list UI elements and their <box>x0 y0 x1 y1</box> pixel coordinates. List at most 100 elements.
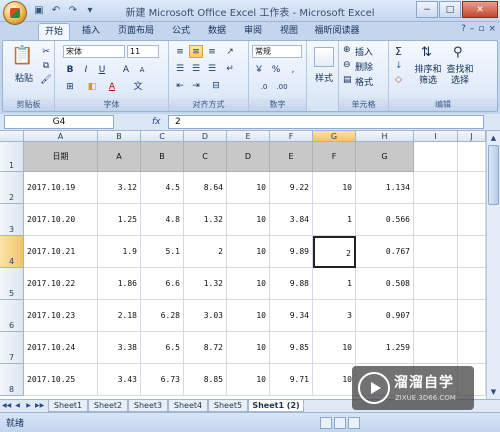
font-name-select[interactable]: 宋体 <box>63 45 125 58</box>
table-header-cell[interactable]: G <box>356 142 414 172</box>
paste-button[interactable]: 粘贴 <box>15 71 33 84</box>
table-cell[interactable]: 0.566 <box>356 204 414 236</box>
page-layout-view-icon[interactable] <box>334 417 346 429</box>
table-cell[interactable]: 1.9 <box>98 236 141 268</box>
table-cell[interactable]: 3.38 <box>98 332 141 364</box>
close-button[interactable]: ✕ <box>462 1 498 18</box>
table-cell[interactable]: 6.73 <box>141 364 184 396</box>
tab-view[interactable]: 视图 <box>274 23 304 40</box>
page-break-view-icon[interactable] <box>348 417 360 429</box>
phonetic-icon[interactable]: 文 <box>131 80 145 93</box>
table-cell[interactable] <box>458 236 486 268</box>
row-header[interactable]: 8 <box>0 364 24 396</box>
table-cell[interactable]: 8.72 <box>184 332 227 364</box>
row-header[interactable]: 7 <box>0 332 24 364</box>
row-header[interactable]: 5 <box>0 268 24 300</box>
table-cell[interactable]: 9.89 <box>270 236 313 268</box>
table-cell[interactable]: 2017.10.22 <box>24 268 98 300</box>
column-header[interactable]: F <box>270 131 313 142</box>
decrease-indent-icon[interactable]: ⇤ <box>173 79 187 92</box>
underline-button[interactable]: U <box>95 63 109 76</box>
table-cell[interactable]: 3 <box>313 300 356 332</box>
tab-insert[interactable]: 插入 <box>76 23 106 40</box>
table-cell[interactable]: 1.32 <box>184 204 227 236</box>
table-cell[interactable]: 8.85 <box>184 364 227 396</box>
cut-icon[interactable]: ✂ <box>39 45 53 58</box>
merge-center-icon[interactable]: ⊟ <box>209 79 223 92</box>
find-select-button[interactable]: 查找和选择 <box>445 65 475 87</box>
normal-view-icon[interactable] <box>320 417 332 429</box>
table-cell[interactable]: 0.508 <box>356 268 414 300</box>
sheet-tab-sheet2[interactable]: Sheet2 <box>88 400 128 412</box>
table-header-cell[interactable]: E <box>270 142 313 172</box>
percent-button[interactable]: % <box>269 63 283 76</box>
table-cell[interactable] <box>458 300 486 332</box>
grow-font-button[interactable]: A <box>119 63 133 76</box>
next-sheet-icon[interactable]: ▶ <box>24 401 33 411</box>
table-cell[interactable] <box>414 332 458 364</box>
table-cell[interactable]: 9.34 <box>270 300 313 332</box>
sheet-tab-sheet5[interactable]: Sheet5 <box>208 400 248 412</box>
last-sheet-icon[interactable]: ▶▶ <box>35 401 44 411</box>
styles-icon[interactable] <box>314 47 334 67</box>
table-cell[interactable]: 1.25 <box>98 204 141 236</box>
tab-review[interactable]: 审阅 <box>238 23 268 40</box>
row-header[interactable]: 3 <box>0 204 24 236</box>
align-right-icon[interactable]: ☰ <box>205 62 219 75</box>
ribbon-close-icon[interactable]: × <box>488 24 496 34</box>
align-center-icon[interactable]: ☰ <box>189 62 203 75</box>
column-header[interactable]: I <box>414 131 458 142</box>
row-header[interactable]: 6 <box>0 300 24 332</box>
autosum-button[interactable]: Σ <box>395 45 402 58</box>
sheet-tab-sheet1[interactable]: Sheet1 <box>48 400 88 412</box>
table-cell[interactable]: 3.43 <box>98 364 141 396</box>
table-cell[interactable] <box>414 268 458 300</box>
table-cell[interactable]: 3.12 <box>98 172 141 204</box>
styles-button[interactable]: 样式 <box>315 71 333 84</box>
tab-formulas[interactable]: 公式 <box>166 23 196 40</box>
table-cell[interactable]: 4.8 <box>141 204 184 236</box>
column-header[interactable]: G <box>313 131 356 142</box>
table-cell[interactable] <box>414 204 458 236</box>
table-cell[interactable]: 1.259 <box>356 332 414 364</box>
empty-cell[interactable] <box>414 142 458 172</box>
table-cell[interactable]: 10 <box>313 172 356 204</box>
table-cell[interactable]: 2017.10.21 <box>24 236 98 268</box>
table-cell[interactable]: 10 <box>227 172 270 204</box>
table-cell[interactable]: 1.134 <box>356 172 414 204</box>
table-cell[interactable]: 0.767 <box>356 236 414 268</box>
table-cell[interactable] <box>458 204 486 236</box>
align-middle-icon[interactable]: ≡ <box>189 45 203 58</box>
increase-decimal-icon[interactable]: .0 <box>257 80 271 93</box>
font-color-button[interactable]: A <box>105 80 119 93</box>
format-cells-button[interactable]: 格式 <box>355 75 373 88</box>
table-cell[interactable]: 3.03 <box>184 300 227 332</box>
tab-page-layout[interactable]: 页面布局 <box>112 23 160 40</box>
minimize-button[interactable]: − <box>416 1 438 18</box>
table-cell[interactable] <box>414 172 458 204</box>
italic-button[interactable]: I <box>79 63 93 76</box>
tab-home[interactable]: 开始 <box>38 23 70 40</box>
table-cell[interactable]: 2017.10.20 <box>24 204 98 236</box>
table-cell[interactable]: 10 <box>227 300 270 332</box>
fill-icon[interactable]: ↓ <box>395 61 403 71</box>
table-cell[interactable]: 4.5 <box>141 172 184 204</box>
table-cell[interactable] <box>414 300 458 332</box>
table-cell[interactable]: 3.84 <box>270 204 313 236</box>
wrap-text-icon[interactable]: ↵ <box>223 62 237 75</box>
column-header[interactable]: A <box>24 131 98 142</box>
table-cell[interactable]: 6.28 <box>141 300 184 332</box>
table-cell[interactable]: 2017.10.19 <box>24 172 98 204</box>
table-cell[interactable]: 1 <box>313 204 356 236</box>
table-header-cell[interactable]: F <box>313 142 356 172</box>
scroll-up-icon[interactable]: ▲ <box>488 132 499 144</box>
orientation-icon[interactable]: ↗ <box>223 45 237 58</box>
clear-icon[interactable]: ◇ <box>395 75 402 85</box>
comma-button[interactable]: , <box>286 63 300 76</box>
table-cell[interactable]: 5.1 <box>141 236 184 268</box>
sheet-tab-sheet4[interactable]: Sheet4 <box>168 400 208 412</box>
table-cell[interactable]: 9.85 <box>270 332 313 364</box>
table-cell[interactable]: 2 <box>184 236 227 268</box>
sheet-tab-sheet3[interactable]: Sheet3 <box>128 400 168 412</box>
table-cell[interactable]: 10 <box>227 268 270 300</box>
